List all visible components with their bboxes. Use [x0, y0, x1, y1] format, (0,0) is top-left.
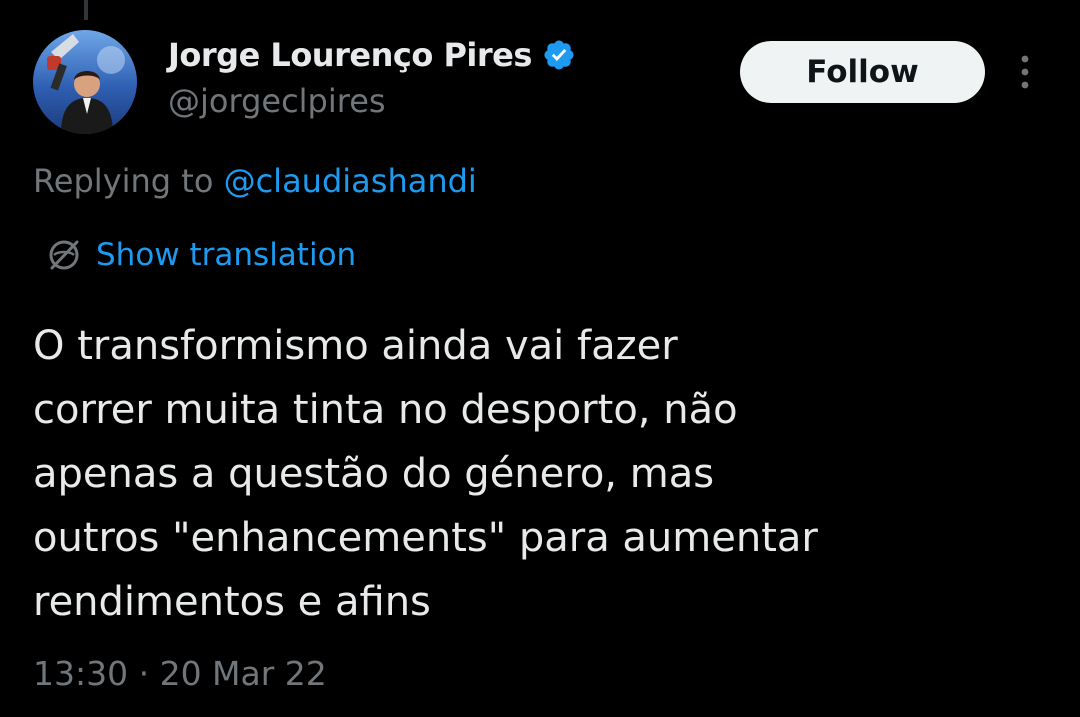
- globe-slash-icon: [44, 235, 84, 275]
- replying-to-prefix: Replying to: [33, 162, 224, 200]
- thread-connector-line: [84, 0, 88, 20]
- author-handle[interactable]: @jorgeclpires: [168, 82, 386, 120]
- tweet-text-line: apenas a questão do género, mas: [33, 451, 715, 497]
- show-translation-label[interactable]: Show translation: [96, 237, 356, 273]
- author-display-name[interactable]: Jorge Lourenço Pires: [168, 36, 532, 74]
- more-vertical-icon[interactable]: [1010, 52, 1040, 92]
- replying-to-line: Replying to @claudiashandi: [33, 162, 477, 200]
- reply-mention-link[interactable]: @claudiashandi: [224, 162, 477, 200]
- author-name-row: Jorge Lourenço Pires: [168, 32, 576, 78]
- follow-button[interactable]: Follow: [740, 41, 985, 103]
- tweet-text-line: O transformismo ainda vai fazer: [33, 323, 678, 369]
- tweet-text-line: rendimentos e afins: [33, 579, 431, 625]
- show-translation-button[interactable]: Show translation: [44, 232, 356, 278]
- tweet-timestamp[interactable]: 13:30 · 20 Mar 22: [33, 654, 327, 693]
- verified-badge-icon: [542, 38, 576, 72]
- tweet-text-line: correr muita tinta no desporto, não: [33, 387, 738, 433]
- tweet-text-line: outros "enhancements" para aumentar: [33, 515, 818, 561]
- tweet-text: O transformismo ainda vai fazer correr m…: [33, 314, 1033, 634]
- avatar[interactable]: [33, 30, 137, 134]
